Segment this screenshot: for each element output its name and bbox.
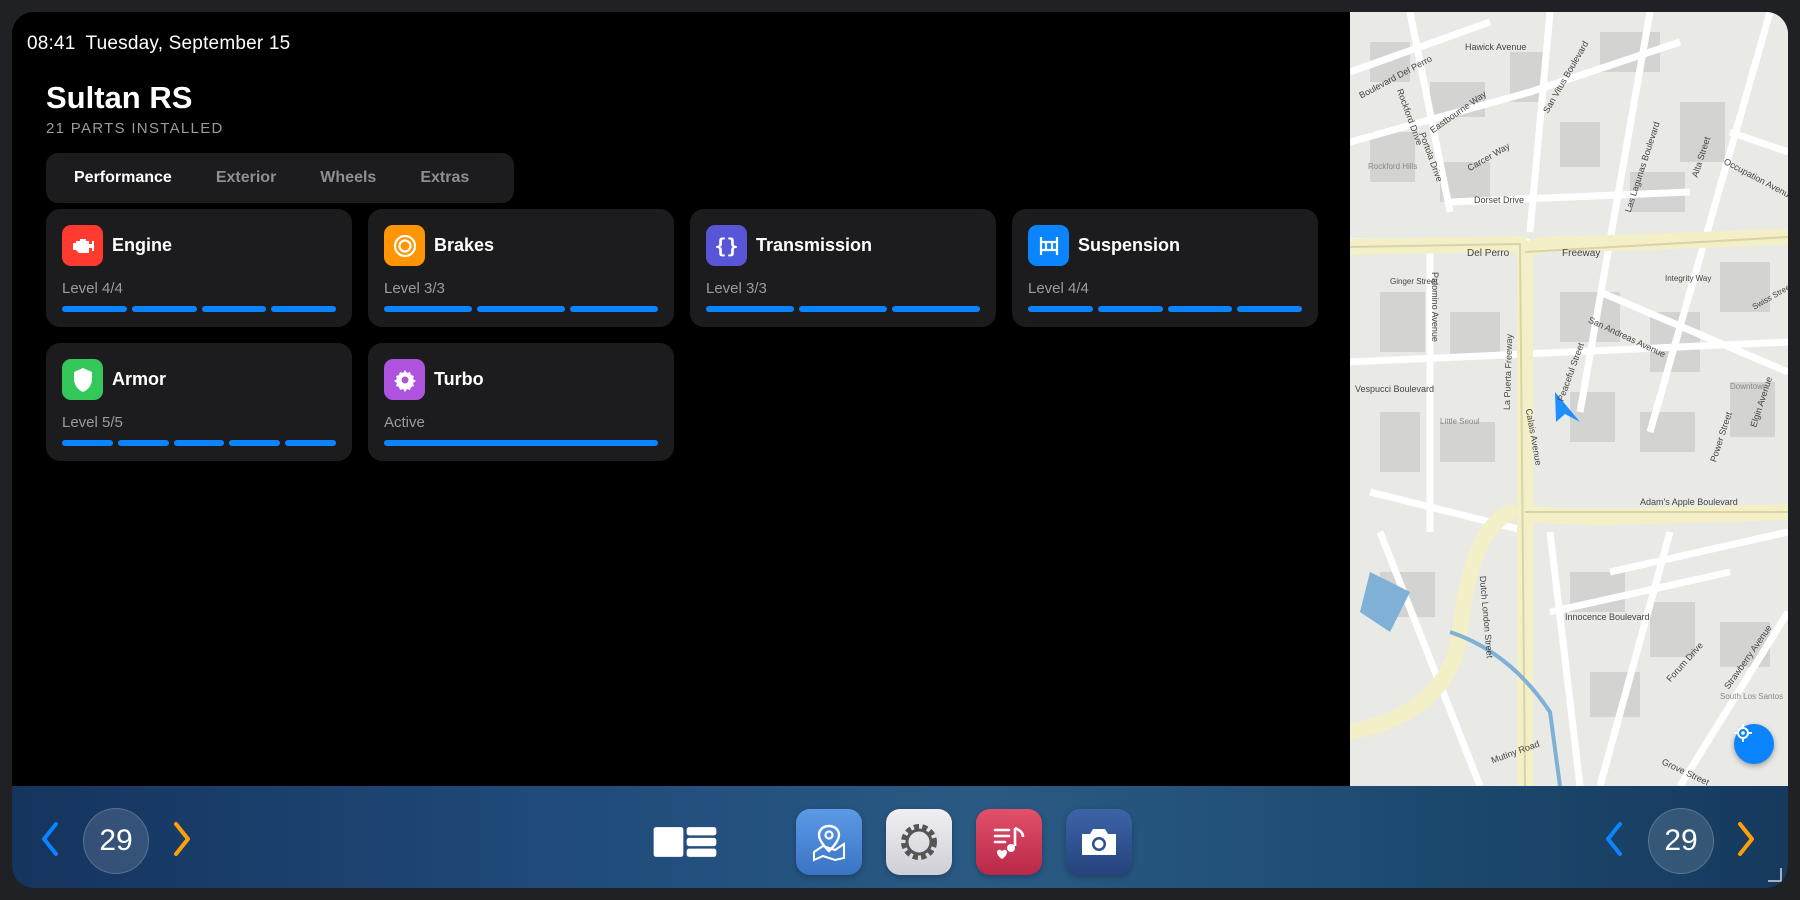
suspension-icon [1028,225,1069,266]
level-segment [271,306,336,312]
parts-installed-count: 21 PARTS INSTALLED [46,120,224,137]
category-tabs: Performance Exterior Wheels Extras [46,153,514,203]
map-label: Innocence Boulevard [1565,612,1650,622]
layout-icon[interactable] [652,809,718,875]
map-label: Del Perro [1467,248,1510,259]
map-view[interactable]: Hawick Avenue Boulevard Del Perro Rockfo… [1350,12,1788,786]
part-level: Level 4/4 [62,280,123,297]
map-district-label: South Los Santos [1720,692,1784,701]
map-label: Adam's Apple Boulevard [1640,497,1738,507]
map-district-label: Little Seoul [1440,417,1480,426]
shield-icon [62,359,103,400]
level-segment [173,440,225,446]
part-name: Engine [112,235,173,255]
maps-icon[interactable] [796,809,862,875]
right-counter: 29 [1648,808,1714,874]
part-card-transmission[interactable]: {} Transmission Level 3/3 [690,209,996,327]
garage-panel: 08:41 Tuesday, September 15 Sultan RS 21 … [12,12,1350,786]
recenter-location-button[interactable] [1734,724,1774,764]
level-segment [1237,306,1302,312]
level-segment [117,440,169,446]
map-label: Dorset Drive [1474,195,1525,205]
chevron-right-icon[interactable] [170,820,194,858]
level-segment [62,306,127,312]
level-segment [285,440,336,446]
level-segment [892,306,980,312]
level-bars [62,306,336,312]
crosshair-icon [1734,724,1752,742]
braces-icon: {} [706,225,747,266]
map-label: Hawick Avenue [1465,42,1527,52]
engine-icon [62,225,103,266]
level-segment [799,306,887,312]
chevron-right-icon[interactable] [1734,820,1758,858]
chevron-left-icon[interactable] [1602,820,1626,858]
level-bars [62,440,336,446]
part-level: Level 5/5 [62,414,123,431]
chevron-left-icon[interactable] [38,820,62,858]
level-segment [384,306,472,312]
level-bars [384,306,658,312]
level-segment [62,440,113,446]
level-segment [706,306,794,312]
level-segment [201,306,267,312]
part-card-brakes[interactable]: Brakes Level 3/3 [368,209,674,327]
map-label: Freeway [1562,248,1601,259]
map-district-label: Downtown [1730,382,1768,391]
part-level: Level 3/3 [384,280,445,297]
part-name: Transmission [756,235,873,255]
level-segment [384,440,658,446]
level-segment [229,440,281,446]
level-bars [384,440,658,446]
tab-wheels[interactable]: Wheels [298,159,398,197]
level-segment [1097,306,1163,312]
level-segment [477,306,565,312]
level-segment [570,306,658,312]
part-level: Level 3/3 [706,280,767,297]
level-bars [706,306,980,312]
bottom-dock: 29 29 [12,786,1788,888]
settings-icon[interactable] [886,809,952,875]
part-name: Brakes [434,235,495,255]
tab-extras[interactable]: Extras [398,159,491,197]
part-card-suspension[interactable]: Suspension Level 4/4 [1012,209,1318,327]
left-counter: 29 [83,808,149,874]
status-clock: 08:41 Tuesday, September 15 [27,33,300,55]
part-name: Turbo [434,369,484,389]
tablet-screen: 08:41 Tuesday, September 15 Sultan RS 21 … [12,12,1788,888]
brake-disc-icon [384,225,425,266]
vehicle-name: Sultan RS [46,80,193,115]
level-segment [131,306,197,312]
turbo-gear-icon [384,359,425,400]
part-level: Active [384,414,425,431]
status-time: 08:41 [27,33,76,54]
map-label: Integrity Way [1665,274,1712,283]
part-name: Suspension [1078,235,1181,255]
part-card-armor[interactable]: Armor Level 5/5 [46,343,352,461]
part-card-turbo[interactable]: Turbo Active [368,343,674,461]
level-segment [1167,306,1233,312]
part-name: Armor [112,369,167,389]
part-level: Level 4/4 [1028,280,1089,297]
level-bars [1028,306,1302,312]
map-district-label: Rockford Hills [1368,162,1418,171]
camera-icon[interactable] [1066,809,1132,875]
level-segment [1028,306,1093,312]
tab-exterior[interactable]: Exterior [194,159,298,197]
tab-performance[interactable]: Performance [52,159,194,197]
resize-handle[interactable] [1768,868,1782,882]
part-card-engine[interactable]: Engine Level 4/4 [46,209,352,327]
map-label: Vespucci Boulevard [1355,384,1435,394]
map-label: Palomino Avenue [1429,272,1440,342]
status-date: Tuesday, September 15 [85,33,291,54]
music-icon[interactable] [976,809,1042,875]
